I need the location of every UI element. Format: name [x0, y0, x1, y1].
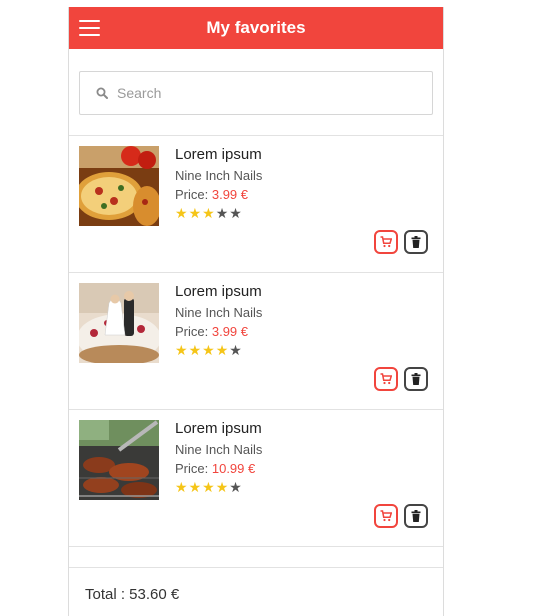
- price-value: 3.99 €: [211, 187, 249, 202]
- item-price: Price: 3.99 €: [175, 186, 262, 204]
- star-filled-icon: ★: [175, 479, 189, 495]
- item-artist: Nine Inch Nails: [175, 168, 263, 183]
- item-actions: [374, 504, 428, 528]
- search-input[interactable]: [115, 84, 399, 102]
- delete-button[interactable]: [404, 367, 428, 391]
- item-name: Lorem ipsum: [175, 420, 262, 437]
- list-spacer: [69, 547, 443, 568]
- price-label: Price:: [175, 324, 209, 339]
- add-to-cart-button[interactable]: [374, 367, 398, 391]
- item-price: Price: 10.99 €: [175, 460, 262, 478]
- app-screen: My favorites Search Lorem ipsum Nine Inc…: [68, 7, 444, 616]
- star-filled-icon: ★: [188, 342, 203, 358]
- star-filled-icon: ★: [175, 342, 189, 358]
- delete-button[interactable]: [404, 230, 428, 254]
- star-empty-icon: ★: [229, 479, 243, 495]
- star-filled-icon: ★: [215, 479, 230, 495]
- search-icon: [96, 87, 108, 99]
- star-empty-icon: ★: [229, 205, 243, 221]
- item-name: Lorem ipsum: [175, 283, 262, 300]
- item-artist: Nine Inch Nails: [175, 305, 263, 320]
- list-item: Lorem ipsum Nine Inch Nails Price: 3.99 …: [69, 136, 443, 273]
- price-value: 10.99 €: [211, 461, 256, 476]
- item-name: Lorem ipsum: [175, 146, 262, 163]
- page-title: My favorites: [206, 18, 306, 37]
- star-filled-icon: ★: [202, 342, 216, 358]
- star-empty-icon: ★: [215, 205, 230, 221]
- list-item: Lorem ipsum Nine Inch Nails Price: 3.99 …: [69, 273, 443, 410]
- star-filled-icon: ★: [188, 479, 203, 495]
- search-box[interactable]: [79, 71, 433, 115]
- search-section: [69, 49, 443, 136]
- star-empty-icon: ★: [229, 342, 243, 358]
- trash-icon: [411, 510, 421, 522]
- rating-stars: ★★★★★: [175, 342, 262, 359]
- cart-icon: [380, 373, 392, 385]
- cart-icon: [380, 510, 392, 522]
- app-header: My favorites: [69, 7, 443, 49]
- star-filled-icon: ★: [175, 205, 189, 221]
- trash-icon: [411, 236, 421, 248]
- price-label: Price:: [175, 461, 209, 476]
- list-item: Lorem ipsum Nine Inch Nails Price: 10.99…: [69, 410, 443, 547]
- price-label: Price:: [175, 187, 209, 202]
- wedding-cake-image: [79, 283, 159, 363]
- menu-icon[interactable]: [79, 20, 100, 36]
- total-label: Total : 53.60 €: [85, 586, 180, 603]
- add-to-cart-button[interactable]: [374, 504, 398, 528]
- star-filled-icon: ★: [215, 342, 230, 358]
- rating-stars: ★★★★★: [175, 479, 262, 496]
- item-actions: [374, 367, 428, 391]
- star-filled-icon: ★: [202, 205, 216, 221]
- price-value: 3.99 €: [211, 324, 249, 339]
- item-price: Price: 3.99 €: [175, 323, 262, 341]
- rating-stars: ★★★★★: [175, 205, 262, 222]
- item-info: Lorem ipsum Nine Inch Nails Price: 3.99 …: [175, 282, 262, 359]
- cart-icon: [380, 236, 392, 248]
- item-info: Lorem ipsum Nine Inch Nails Price: 3.99 …: [175, 145, 262, 222]
- trash-icon: [411, 373, 421, 385]
- item-artist: Nine Inch Nails: [175, 442, 263, 457]
- star-filled-icon: ★: [188, 205, 203, 221]
- star-filled-icon: ★: [202, 479, 216, 495]
- barbecue-image: [79, 420, 159, 500]
- delete-button[interactable]: [404, 504, 428, 528]
- item-info: Lorem ipsum Nine Inch Nails Price: 10.99…: [175, 419, 262, 496]
- item-actions: [374, 230, 428, 254]
- pizza-image: [79, 146, 159, 226]
- add-to-cart-button[interactable]: [374, 230, 398, 254]
